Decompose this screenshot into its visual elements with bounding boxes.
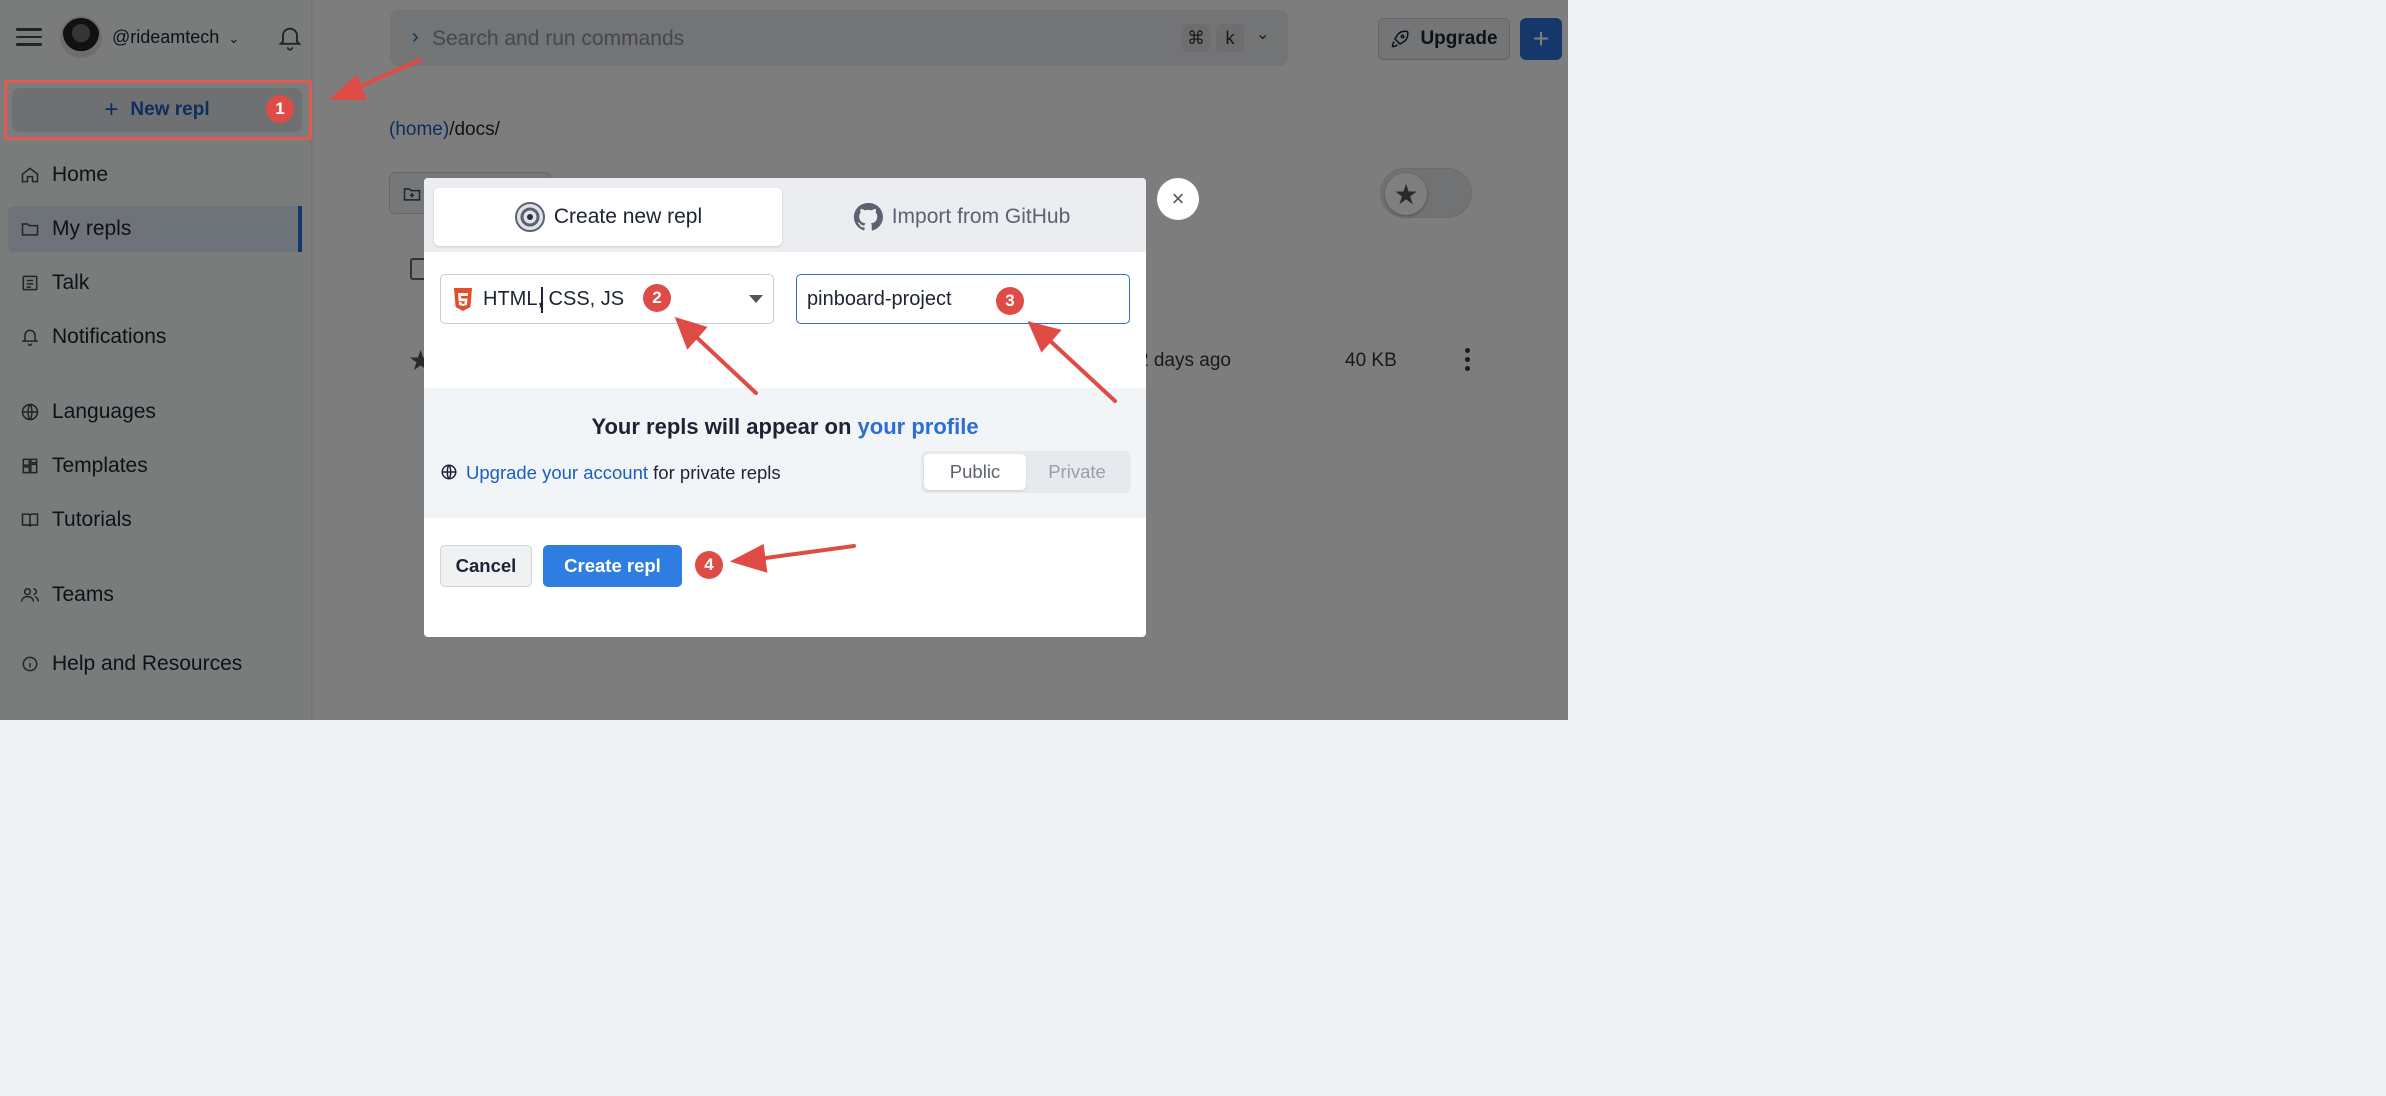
tab-label: Create new repl	[553, 205, 703, 228]
language-select[interactable]: HTML, CSS, JS	[440, 274, 774, 324]
private-option[interactable]: Private	[1026, 454, 1128, 490]
public-option[interactable]: Public	[924, 454, 1026, 490]
dialog-tabs: Create new repl Import from GitHub	[424, 178, 1146, 252]
replit-logo-icon	[514, 202, 545, 232]
close-icon[interactable]: ×	[1157, 178, 1199, 220]
visibility-toggle: Public Private	[921, 451, 1131, 493]
repl-name-input[interactable]	[796, 274, 1130, 324]
step-badge-1: 1	[266, 95, 294, 123]
caret-down-icon	[749, 295, 763, 303]
globe-icon	[441, 464, 457, 480]
visibility-info: Your repls will appear on your profile U…	[424, 388, 1146, 518]
info-title-text: Your repls will appear on	[591, 414, 858, 439]
text-cursor	[541, 287, 543, 313]
profile-link[interactable]: your profile	[858, 414, 979, 439]
create-repl-button[interactable]: Create repl	[543, 545, 682, 587]
html5-icon	[454, 288, 472, 311]
upgrade-account-link[interactable]: Upgrade your account	[466, 462, 648, 483]
github-icon	[853, 202, 883, 231]
step-badge-2: 2	[643, 284, 671, 312]
info-sub-suffix: for private repls	[648, 462, 781, 483]
cancel-button[interactable]: Cancel	[440, 545, 532, 587]
tab-label: Import from GitHub	[891, 205, 1071, 228]
language-value: HTML, CSS, JS	[483, 288, 625, 310]
step-badge-4: 4	[695, 551, 723, 579]
step-badge-3: 3	[996, 287, 1024, 315]
info-title: Your repls will appear on your profile	[424, 414, 1146, 440]
create-repl-dialog: Create new repl Import from GitHub HTML,…	[424, 178, 1146, 637]
tab-create-new-repl[interactable]: Create new repl	[434, 188, 782, 246]
info-subtext: Upgrade your account for private repls	[466, 462, 781, 484]
tab-import-github[interactable]: Import from GitHub	[786, 188, 1136, 246]
